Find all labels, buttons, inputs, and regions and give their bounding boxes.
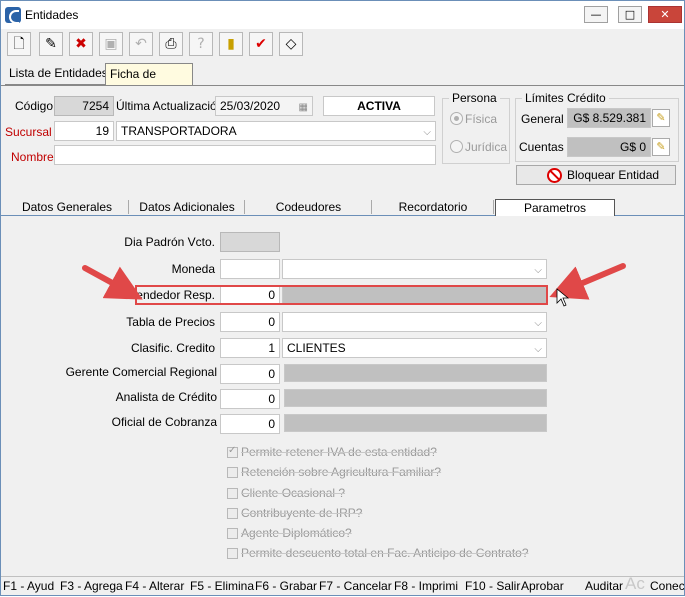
- status-conec[interactable]: Conec: [650, 577, 684, 595]
- status-f5[interactable]: F5 - Elimina: [190, 577, 254, 595]
- status-f7[interactable]: F7 - Cancelar: [319, 577, 392, 595]
- status-f3[interactable]: F3 - Agrega: [60, 577, 123, 595]
- status-bar: F1 - Ayud F3 - Agrega F4 - Alterar F5 - …: [1, 576, 684, 595]
- status-f10[interactable]: F10 - Salir: [465, 577, 520, 595]
- annotation-arrows: [82, 263, 626, 307]
- status-auditar[interactable]: Auditar: [585, 577, 623, 595]
- status-aprobar[interactable]: Aprobar: [521, 577, 564, 595]
- left-arrow-icon: [82, 265, 143, 300]
- right-arrow-icon: [549, 263, 626, 300]
- entidades-window: Entidades — □ ✕ 🗋 ✎ ✖ ▣ ↶ ⎙ ? ▮ ✔ ◇ List…: [0, 0, 685, 596]
- status-f8[interactable]: F8 - Imprimi: [394, 577, 458, 595]
- status-f1[interactable]: F1 - Ayud: [3, 577, 54, 595]
- activation-watermark: Ac: [625, 574, 645, 593]
- status-f4[interactable]: F4 - Alterar: [125, 577, 184, 595]
- status-f6[interactable]: F6 - Grabar: [255, 577, 317, 595]
